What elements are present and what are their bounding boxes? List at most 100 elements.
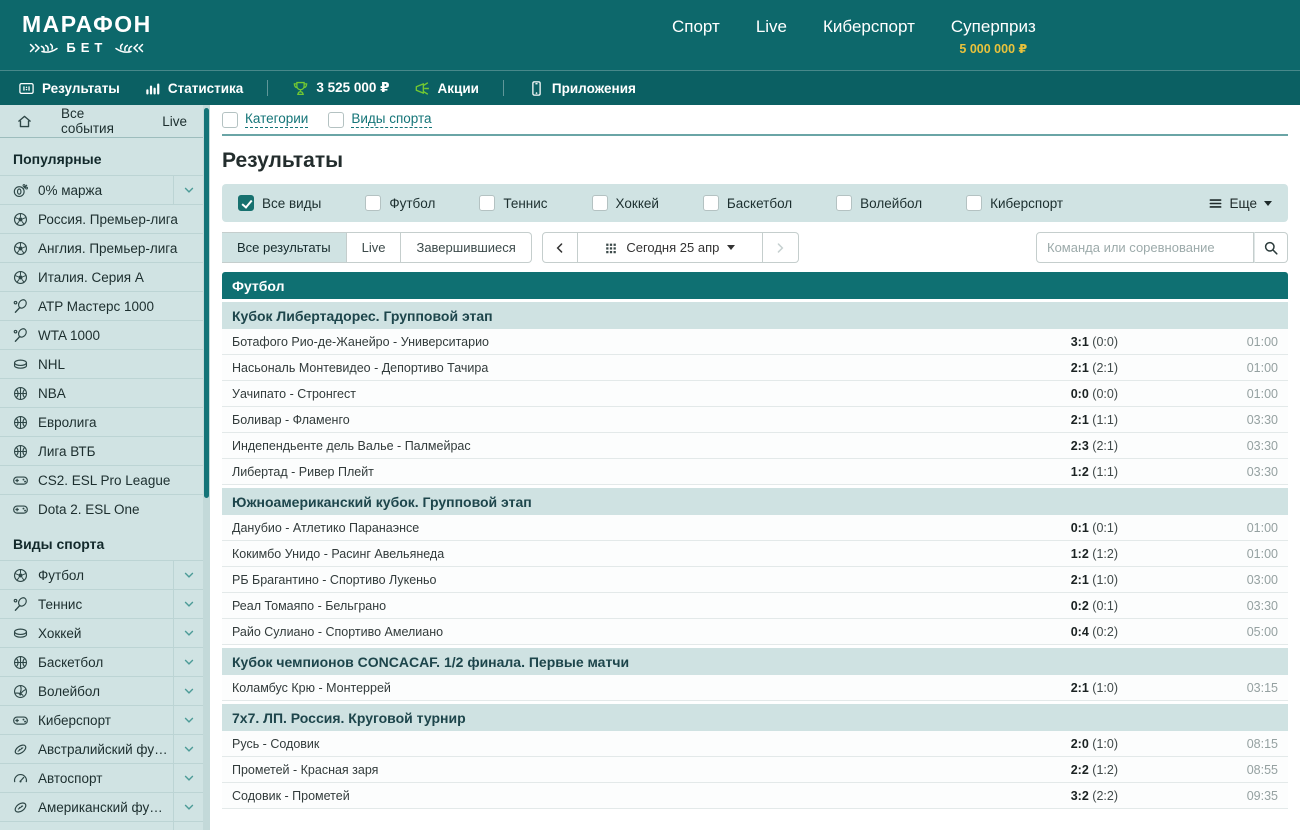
expand-cell[interactable] — [173, 822, 203, 830]
match-row[interactable]: Индепендьенте дель Валье - Палмейрас 2:3… — [222, 433, 1288, 459]
match-row[interactable]: Насьональ Монтевидео - Депортиво Тачира … — [222, 355, 1288, 381]
match-row[interactable]: Райо Сулиано - Спортиво Амелиано 0:4 (0:… — [222, 619, 1288, 645]
trophy-icon — [292, 80, 309, 97]
sidebar-item[interactable]: 0% маржа — [0, 175, 203, 204]
sport-filter[interactable]: Волейбол — [836, 195, 922, 211]
sidebar-item[interactable]: Баскетбол — [0, 647, 203, 676]
match-time: 09:35 — [1118, 789, 1278, 803]
main-nav-item[interactable]: Спорт — [672, 17, 720, 56]
sport-filter[interactable]: Теннис — [479, 195, 547, 211]
sidebar-live[interactable]: Live — [162, 114, 187, 129]
sport-filter[interactable]: Хоккей — [592, 195, 659, 211]
sport-filter[interactable]: Все виды — [238, 195, 321, 211]
search-input[interactable] — [1036, 232, 1254, 263]
sport-filter-checkbox[interactable] — [592, 195, 608, 211]
result-tab[interactable]: Завершившиеся — [401, 232, 531, 263]
match-teams: Боливар - Фламенго — [232, 413, 988, 427]
statistics-nav-button[interactable]: Статистика — [144, 80, 243, 97]
sport-filter[interactable]: Киберспорт — [966, 195, 1063, 211]
expand-cell[interactable] — [173, 648, 203, 676]
match-row[interactable]: Данубио - Атлетико Паранаэнсе 0:1 (0:1) … — [222, 515, 1288, 541]
result-tab[interactable]: Все результаты — [222, 232, 347, 263]
sport-filter-checkbox[interactable] — [479, 195, 495, 211]
expand-cell[interactable] — [173, 176, 203, 204]
match-row[interactable]: Содовик - Прометей 3:2 (2:2) 09:35 — [222, 783, 1288, 809]
home-icon[interactable] — [16, 113, 33, 130]
sidebar-item[interactable]: Теннис — [0, 589, 203, 618]
sport-filter[interactable]: Футбол — [365, 195, 435, 211]
sidebar-item[interactable]: Волейбол — [0, 676, 203, 705]
match-row[interactable]: Русь - Содовик 2:0 (1:0) 08:15 — [222, 731, 1288, 757]
sport-filter-checkbox[interactable] — [365, 195, 381, 211]
match-row[interactable]: Боливар - Фламенго 2:1 (1:1) 03:30 — [222, 407, 1288, 433]
match-teams: Уачипато - Стронгест — [232, 387, 988, 401]
sidebar-item[interactable]: Футбол — [0, 560, 203, 589]
sidebar-item[interactable]: Dota 2. ESL One — [0, 494, 203, 523]
sidebar-item[interactable]: Австралийский фу… — [0, 734, 203, 763]
sport-filter-checkbox[interactable] — [836, 195, 852, 211]
match-row[interactable]: Кокимбо Унидо - Расинг Авельянеда 1:2 (1… — [222, 541, 1288, 567]
main-nav-item[interactable]: Киберспорт — [823, 17, 915, 56]
results-nav-button[interactable]: Результаты — [18, 80, 120, 97]
sidebar-item-label: Италия. Серия А — [38, 270, 203, 285]
scoreboard-icon — [18, 80, 35, 97]
date-picker-button[interactable]: Сегодня 25 апр — [578, 232, 763, 263]
expand-cell[interactable] — [173, 735, 203, 763]
tournament-section: Кубок чемпионов CONCACAF. 1/2 финала. Пе… — [222, 648, 1288, 701]
chevron-right-icon — [773, 241, 787, 255]
match-row[interactable]: Ботафого Рио-де-Жанейро - Университарио … — [222, 329, 1288, 355]
page-title: Результаты — [222, 149, 1288, 173]
sidebar-item[interactable]: Киберспорт — [0, 705, 203, 734]
sidebar-item[interactable]: Бейсбол — [0, 821, 203, 830]
promotions-button[interactable]: Акции — [414, 80, 479, 97]
sidebar-item[interactable]: ATP Мастерс 1000 — [0, 291, 203, 320]
scrollbar-thumb[interactable] — [204, 108, 209, 498]
sport-filter-checkbox[interactable] — [966, 195, 982, 211]
search-button[interactable] — [1254, 232, 1288, 263]
sidebar-item[interactable]: Россия. Премьер-лига — [0, 204, 203, 233]
next-day-button[interactable] — [763, 232, 799, 263]
filter-link[interactable]: Категории — [222, 111, 308, 128]
sidebar-item[interactable]: Американский фу… — [0, 792, 203, 821]
sidebar-item[interactable]: Автоспорт — [0, 763, 203, 792]
sidebar-scrollbar[interactable] — [203, 105, 210, 830]
sidebar-item[interactable]: NBA — [0, 378, 203, 407]
expand-cell[interactable] — [173, 619, 203, 647]
sport-filter-checkbox[interactable] — [703, 195, 719, 211]
match-row[interactable]: Либертад - Ривер Плейт 1:2 (1:1) 03:30 — [222, 459, 1288, 485]
sport-filter[interactable]: Баскетбол — [703, 195, 792, 211]
expand-cell[interactable] — [173, 793, 203, 821]
expand-cell[interactable] — [173, 590, 203, 618]
main-nav-item[interactable]: Live — [756, 17, 787, 56]
match-row[interactable]: Коламбус Крю - Монтеррей 2:1 (1:0) 03:15 — [222, 675, 1288, 701]
expand-cell[interactable] — [173, 561, 203, 589]
brand-logo[interactable]: МАРАФОН БЕТ — [22, 11, 152, 55]
filter-checkbox[interactable] — [328, 112, 344, 128]
sidebar-item[interactable]: Евролига — [0, 407, 203, 436]
result-tab[interactable]: Live — [347, 232, 402, 263]
more-filters-button[interactable]: Еще — [1208, 196, 1272, 211]
sidebar-all-events[interactable]: Все события — [61, 106, 134, 136]
match-teams: Ботафого Рио-де-Жанейро - Университарио — [232, 335, 988, 349]
match-row[interactable]: Прометей - Красная заря 2:2 (1:2) 08:55 — [222, 757, 1288, 783]
sidebar-item[interactable]: Италия. Серия А — [0, 262, 203, 291]
match-row[interactable]: Уачипато - Стронгест 0:0 (0:0) 01:00 — [222, 381, 1288, 407]
main-nav-item[interactable]: Суперприз 5 000 000 ₽ — [951, 17, 1036, 56]
apps-button[interactable]: Приложения — [528, 80, 636, 97]
expand-cell[interactable] — [173, 764, 203, 792]
sidebar-item[interactable]: CS2. ESL Pro League — [0, 465, 203, 494]
match-row[interactable]: Реал Томаяпо - Бельграно 0:2 (0:1) 03:30 — [222, 593, 1288, 619]
sidebar-item[interactable]: Лига ВТБ — [0, 436, 203, 465]
expand-cell[interactable] — [173, 706, 203, 734]
match-row[interactable]: РБ Брагантино - Спортиво Лукеньо 2:1 (1:… — [222, 567, 1288, 593]
sidebar-item[interactable]: Хоккей — [0, 618, 203, 647]
sidebar-item[interactable]: Англия. Премьер-лига — [0, 233, 203, 262]
filter-link[interactable]: Виды спорта — [328, 111, 431, 128]
sidebar-item[interactable]: WTA 1000 — [0, 320, 203, 349]
sidebar-item[interactable]: NHL — [0, 349, 203, 378]
expand-cell[interactable] — [173, 677, 203, 705]
prev-day-button[interactable] — [542, 232, 578, 263]
sport-filter-checkbox[interactable] — [238, 195, 254, 211]
jackpot-button[interactable]: 3 525 000 ₽ — [292, 80, 389, 97]
filter-checkbox[interactable] — [222, 112, 238, 128]
